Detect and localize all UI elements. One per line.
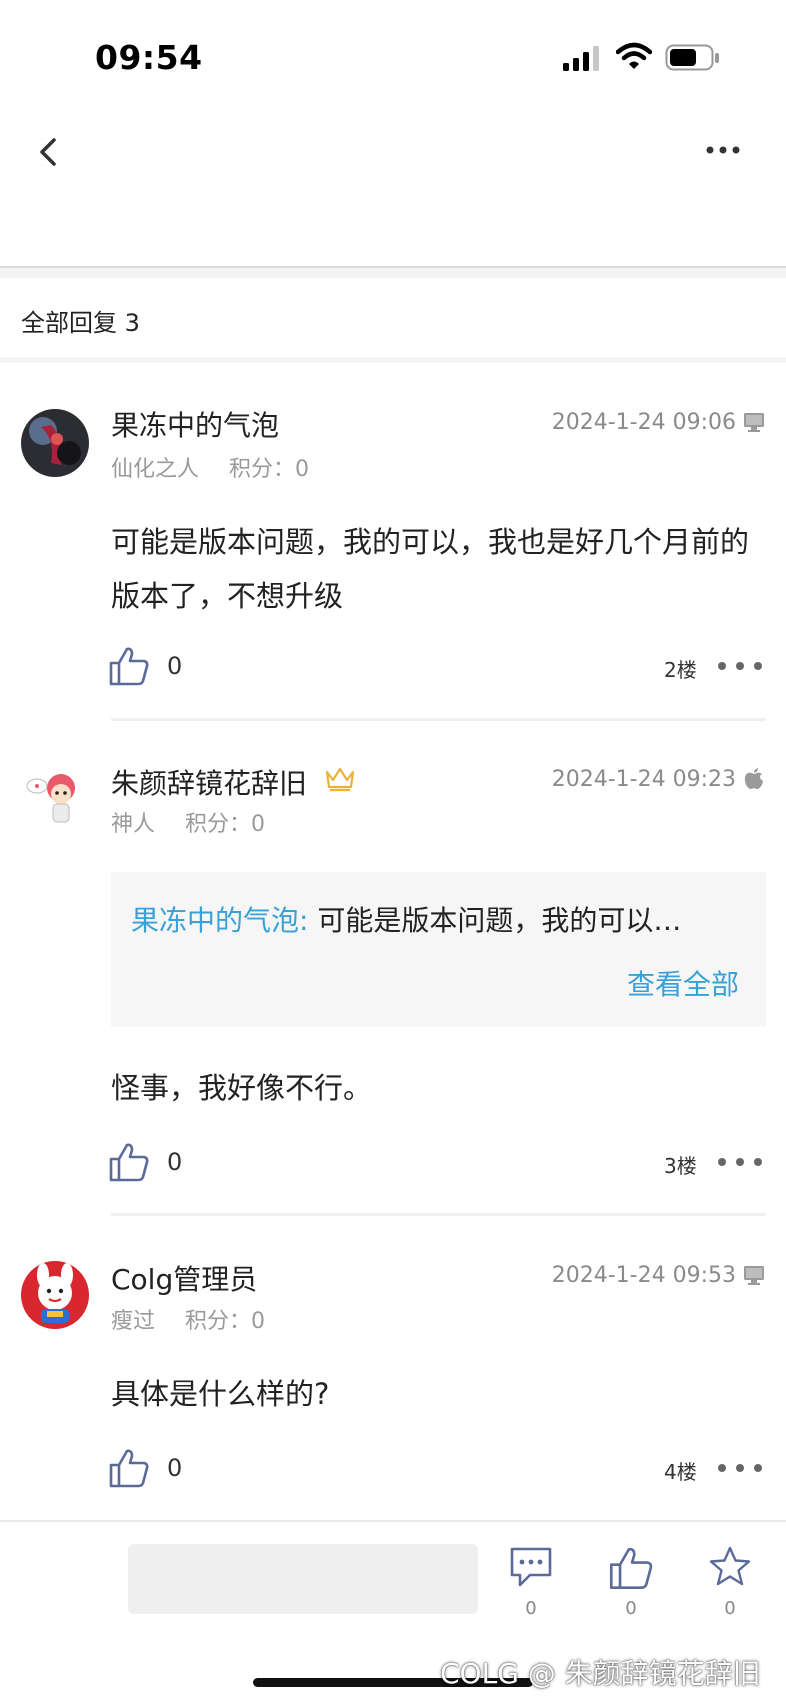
like-button[interactable]: [108, 645, 150, 691]
like-count: 0: [167, 652, 183, 680]
chevron-left-icon: [40, 138, 56, 166]
username[interactable]: 朱颜辞镜花辞旧: [111, 762, 307, 802]
quoted-username[interactable]: 果冻中的气泡:: [131, 904, 308, 937]
comment-divider: [111, 1213, 766, 1216]
user-title: 仙化之人: [111, 457, 200, 482]
comment-icon: [510, 1547, 552, 1587]
avatar[interactable]: [21, 409, 89, 477]
thumbs-up-icon: [109, 1449, 149, 1488]
user-meta: 神人 积分：0: [111, 806, 265, 838]
user-title: 瘦过: [111, 1309, 156, 1334]
thumbs-up-icon: [109, 647, 149, 686]
username[interactable]: 果冻中的气泡: [111, 404, 279, 444]
thumbs-up-icon: [109, 1143, 149, 1182]
comment-body: 怪事，我好像不行。: [111, 1071, 373, 1105]
favorite-button[interactable]: [707, 1544, 753, 1594]
ellipsis-icon: [706, 146, 740, 154]
comment-body: 具体是什么样的?: [111, 1377, 330, 1411]
user-title: 神人: [111, 812, 156, 837]
comment-count: 0: [525, 1598, 537, 1619]
more-options-button[interactable]: [698, 130, 748, 170]
post-time: 2024-1-24 09:23: [551, 767, 736, 792]
user-score: 积分：0: [185, 812, 266, 837]
floor-number: 3楼: [664, 1154, 697, 1178]
section-divider: [0, 357, 786, 363]
user-meta: 瘦过 积分：0: [111, 1303, 265, 1335]
ellipsis-icon[interactable]: [716, 1156, 766, 1168]
post-time: 2024-1-24 09:53: [551, 1263, 736, 1288]
favorite-count: 0: [724, 1598, 736, 1619]
comment-body: 可能是版本问题，我的可以，我也是好几个月前的版本了，不想升级: [111, 525, 750, 613]
desktop-icon: [744, 413, 764, 432]
view-all-link[interactable]: 查看全部: [627, 963, 739, 1003]
battery-icon: [665, 44, 719, 71]
watermark: COLG @ 朱颜辞镜花辞旧: [440, 1657, 761, 1690]
user-meta: 仙化之人 积分：0: [111, 451, 309, 483]
quoted-reply-box[interactable]: [111, 872, 766, 1027]
avatar[interactable]: [21, 766, 89, 834]
apple-icon: [744, 768, 763, 789]
avatar[interactable]: [21, 1261, 89, 1329]
floor-number: 4楼: [664, 1460, 697, 1484]
user-score: 积分：0: [229, 457, 310, 482]
post-like-count: 0: [625, 1598, 637, 1619]
section-gap: [0, 268, 786, 278]
like-button[interactable]: [108, 1141, 150, 1187]
user-score: 积分：0: [185, 1309, 266, 1334]
like-count: 0: [167, 1148, 183, 1176]
username[interactable]: Colg管理员: [111, 1258, 257, 1298]
floor-number: 2楼: [664, 658, 697, 682]
crown-icon: [325, 767, 355, 792]
all-replies-title: 全部回复 3: [21, 309, 140, 337]
like-button[interactable]: [108, 1447, 150, 1493]
ellipsis-icon[interactable]: [716, 1462, 766, 1474]
wifi-icon: [616, 42, 652, 69]
quoted-reply: 果冻中的气泡: 可能是版本问题，我的可以…: [131, 899, 681, 939]
back-button[interactable]: [30, 130, 70, 174]
status-time: 09:54: [95, 38, 203, 77]
comment-divider: [111, 718, 766, 721]
desktop-icon: [744, 1266, 764, 1285]
star-icon: [709, 1546, 751, 1586]
reply-input[interactable]: [128, 1544, 478, 1614]
cellular-signal-icon: [563, 46, 599, 71]
thumbs-up-icon: [609, 1547, 653, 1590]
comment-button[interactable]: [508, 1545, 554, 1593]
like-post-button[interactable]: [608, 1545, 654, 1595]
quoted-text: 可能是版本问题，我的可以…: [308, 904, 682, 937]
ellipsis-icon[interactable]: [716, 660, 766, 672]
like-count: 0: [167, 1454, 183, 1482]
post-time: 2024-1-24 09:06: [551, 410, 736, 435]
